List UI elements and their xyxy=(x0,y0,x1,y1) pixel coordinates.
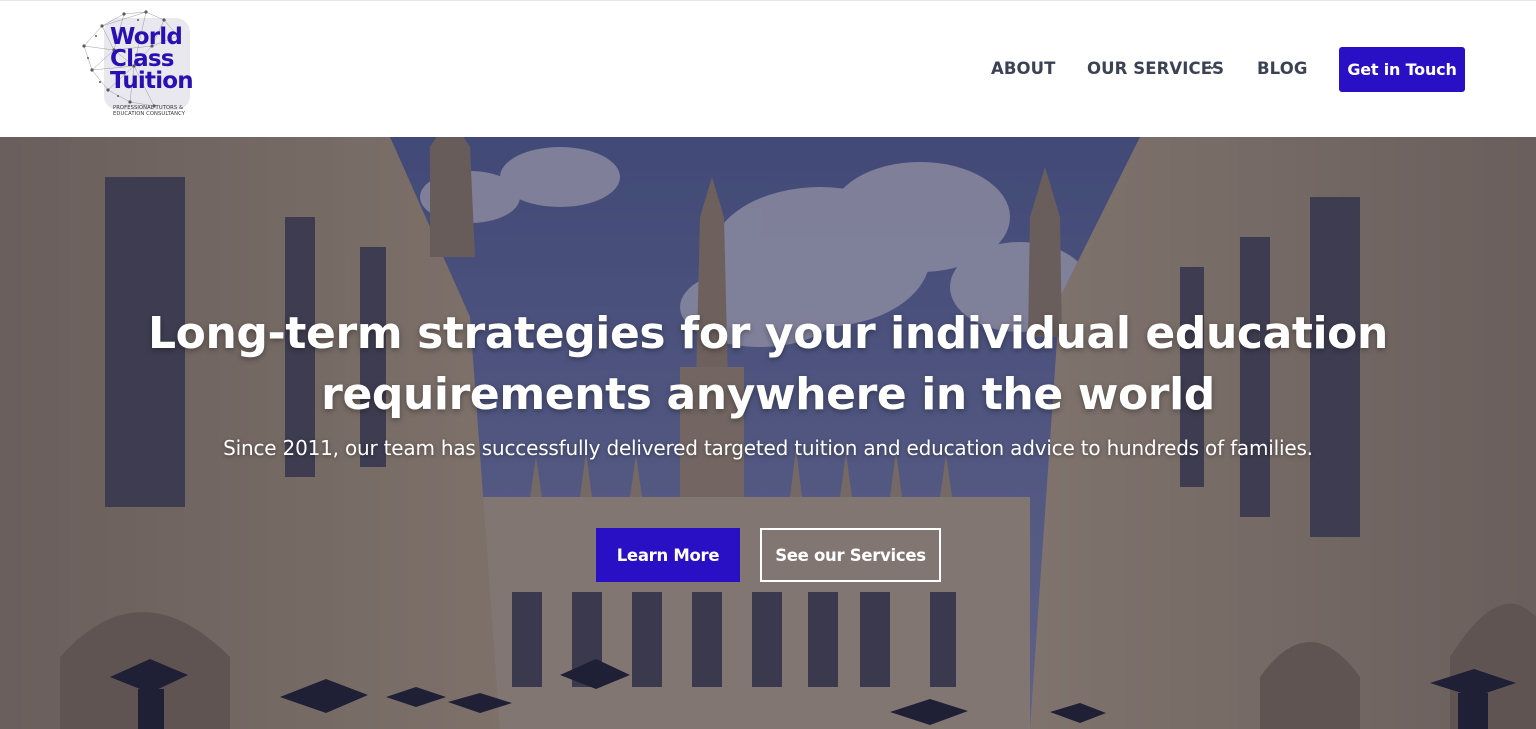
chevron-down-icon[interactable] xyxy=(1208,63,1216,71)
nav-link-our-services[interactable]: OUR SERVICES xyxy=(1087,59,1224,78)
hero-title: Long-term strategies for your individual… xyxy=(148,308,1388,420)
site-header: World Class Tuition PROFESSIONAL TUTORS … xyxy=(0,0,1536,137)
main-nav: ABOUT OUR SERVICES BLOG Get in Touch xyxy=(0,1,1536,138)
get-in-touch-button[interactable]: Get in Touch xyxy=(1339,47,1465,92)
hero-overlay xyxy=(0,137,1536,729)
nav-link-about[interactable]: ABOUT xyxy=(991,59,1056,78)
hero-section: Long-term strategies for your individual… xyxy=(0,137,1536,729)
hero-subtitle: Since 2011, our team has successfully de… xyxy=(223,436,1313,460)
nav-link-blog[interactable]: BLOG xyxy=(1257,59,1307,78)
learn-more-button[interactable]: Learn More xyxy=(596,528,740,582)
see-our-services-button[interactable]: See our Services xyxy=(760,528,941,582)
